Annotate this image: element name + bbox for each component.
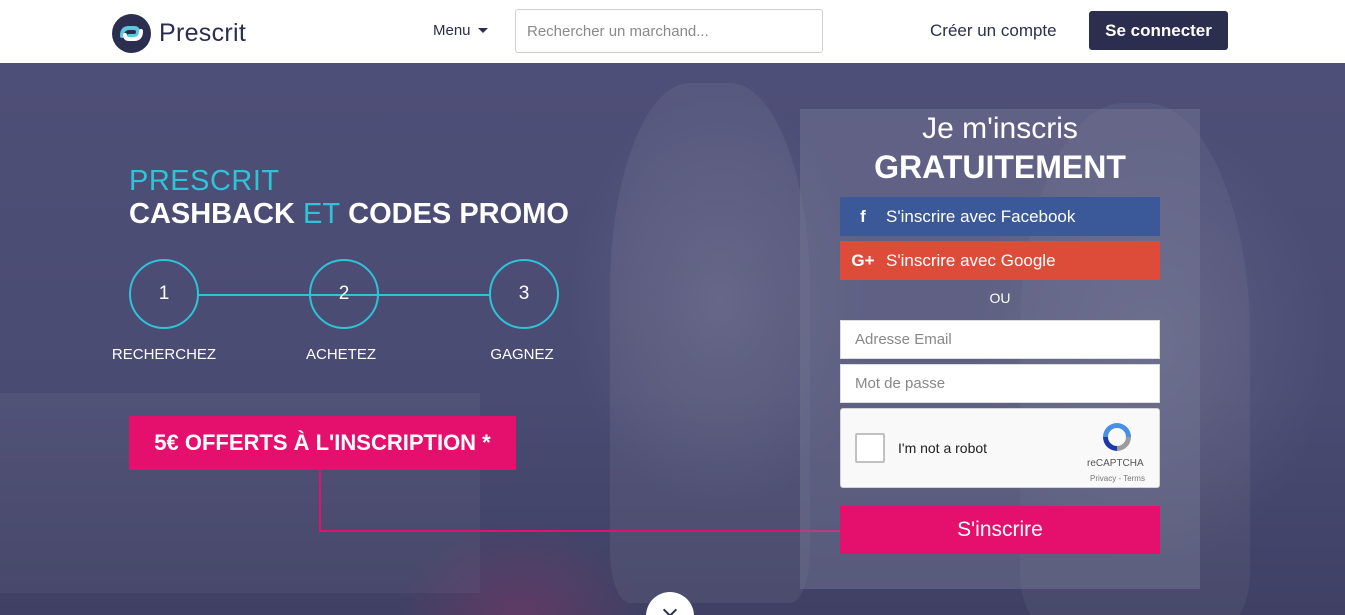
create-account-link[interactable]: Créer un compte [930, 21, 1057, 41]
promo-connector-line [319, 530, 841, 532]
recaptcha-label: I'm not a robot [898, 440, 988, 456]
password-field[interactable] [840, 364, 1160, 403]
step-2-circle: 2 [309, 259, 379, 329]
tagline-cashback: CASHBACK [129, 198, 295, 230]
hero-tagline: CASHBACK ET CODES PROMO [129, 198, 569, 231]
logo-text: Prescrit [159, 19, 247, 47]
promo-button[interactable]: 5€ OFFERTS À L'INSCRIPTION * [129, 416, 516, 470]
facebook-icon: f [860, 206, 866, 226]
facebook-signup-label: S'inscrire avec Facebook [886, 206, 1076, 226]
step-3-circle: 3 [489, 259, 559, 329]
google-plus-icon: G+ [851, 250, 875, 270]
promo-connector-line [319, 470, 321, 532]
email-field[interactable] [840, 320, 1160, 359]
step-1-label: RECHERCHEZ [111, 346, 217, 363]
recaptcha-icon [1103, 423, 1131, 451]
signup-title: Je m'inscris [922, 112, 1078, 145]
merchant-search-input[interactable] [515, 9, 823, 53]
google-signup-label: S'inscrire avec Google [886, 250, 1056, 270]
logo[interactable]: Prescrit [112, 14, 246, 53]
menu-label: Menu [433, 22, 471, 39]
recaptcha-brand: reCAPTCHA [1087, 458, 1144, 469]
tagline-codes-promo: CODES PROMO [348, 198, 569, 230]
login-button[interactable]: Se connecter [1089, 11, 1228, 50]
logo-icon [112, 14, 151, 53]
chevron-down-icon [662, 602, 678, 615]
or-separator: OU [989, 290, 1011, 306]
google-signup-button[interactable]: G+ S'inscrire avec Google [840, 241, 1160, 280]
background-figure [610, 83, 810, 603]
facebook-signup-button[interactable]: f S'inscrire avec Facebook [840, 197, 1160, 236]
recaptcha-terms-link[interactable]: Privacy - Terms [1090, 474, 1145, 483]
signup-submit-button[interactable]: S'inscrire [840, 506, 1160, 554]
recaptcha-checkbox[interactable] [855, 433, 885, 463]
hero-brand: PRESCRIT [129, 165, 280, 197]
signup-subtitle: GRATUITEMENT [874, 149, 1126, 185]
top-header: Prescrit Menu Créer un compte Se connect… [0, 0, 1345, 63]
step-1-circle: 1 [129, 259, 199, 329]
caret-down-icon [477, 28, 488, 33]
menu-dropdown[interactable]: Menu [433, 22, 488, 39]
step-3-label: GAGNEZ [490, 346, 554, 363]
tagline-et: ET [303, 198, 341, 230]
step-2-label: ACHETEZ [305, 346, 376, 363]
recaptcha-widget: I'm not a robot reCAPTCHA Privacy - Term… [840, 408, 1160, 488]
